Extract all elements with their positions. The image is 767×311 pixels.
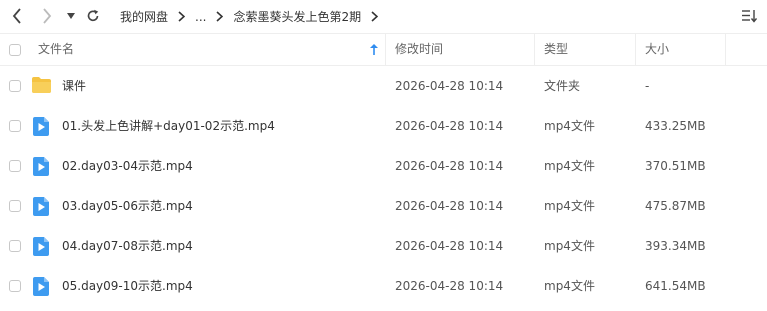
row-checkbox[interactable] [9,120,21,132]
table-row[interactable]: 03.day05-06示范.mp4 2026-04-28 10:14 mp4文件… [0,186,767,226]
file-modified: 2026-04-28 10:14 [395,239,504,253]
file-size: 641.54MB [645,279,706,293]
column-header-size[interactable]: 大小 [645,34,669,65]
sort-menu-button[interactable] [739,7,759,25]
file-name[interactable]: 02.day03-04示范.mp4 [62,146,193,186]
breadcrumb-root[interactable]: 我的网盘 [120,8,168,25]
history-dropdown-button[interactable] [64,7,78,25]
video-file-icon [33,117,49,139]
row-checkbox[interactable] [9,240,21,252]
breadcrumb-current[interactable]: 念萦墨葵头发上色第2期 [233,8,361,25]
chevron-left-icon [12,8,21,24]
video-file-icon [33,277,49,299]
folder-icon [31,76,52,97]
table-row[interactable]: 01.头发上色讲解+day01-02示范.mp4 2026-04-28 10:1… [0,106,767,146]
refresh-icon [87,9,99,22]
column-divider[interactable] [534,34,535,65]
file-type: mp4文件 [544,239,595,253]
file-modified: 2026-04-28 10:14 [395,159,504,173]
file-type: 文件夹 [544,79,581,93]
select-all-checkbox[interactable] [9,44,21,56]
toolbar: 我的网盘 ... 念萦墨葵头发上色第2期 [0,0,767,33]
file-name[interactable]: 04.day07-08示范.mp4 [62,226,193,266]
file-list-header: 文件名 修改时间 类型 大小 [0,33,767,66]
file-modified: 2026-04-28 10:14 [395,199,504,213]
file-modified: 2026-04-28 10:14 [395,79,504,93]
file-type: mp4文件 [544,119,595,133]
column-divider[interactable] [635,34,636,65]
column-header-modified[interactable]: 修改时间 [395,34,443,65]
sort-icon [742,10,757,23]
video-file-icon [33,197,49,219]
row-checkbox[interactable] [9,160,21,172]
file-type: mp4文件 [544,159,595,173]
file-name[interactable]: 课件 [62,66,86,106]
chevron-right-icon [43,8,52,24]
sort-ascending-icon[interactable] [370,44,378,58]
video-file-icon [33,237,49,259]
table-row[interactable]: 04.day07-08示范.mp4 2026-04-28 10:14 mp4文件… [0,226,767,266]
breadcrumb-separator-icon [216,11,224,22]
back-button[interactable] [8,7,26,25]
table-row[interactable]: 课件 2026-04-28 10:14 文件夹 - [0,66,767,106]
file-size: 393.34MB [645,239,706,253]
file-size: 370.51MB [645,159,706,173]
file-modified: 2026-04-28 10:14 [395,279,504,293]
row-checkbox[interactable] [9,80,21,92]
file-type: mp4文件 [544,279,595,293]
row-checkbox[interactable] [9,200,21,212]
table-row[interactable]: 05.day09-10示范.mp4 2026-04-28 10:14 mp4文件… [0,266,767,306]
file-size: - [645,79,650,93]
table-row[interactable]: 02.day03-04示范.mp4 2026-04-28 10:14 mp4文件… [0,146,767,186]
breadcrumb-ellipsis[interactable]: ... [195,10,206,24]
caret-down-icon [67,13,75,19]
file-type: mp4文件 [544,199,595,213]
breadcrumb-separator-icon [371,11,379,22]
video-file-icon [33,157,49,179]
forward-button[interactable] [38,7,56,25]
file-size: 433.25MB [645,119,706,133]
breadcrumb-separator-icon [178,11,186,22]
breadcrumb: 我的网盘 ... 念萦墨葵头发上色第2期 [120,0,388,33]
file-size: 475.87MB [645,199,706,213]
column-header-type[interactable]: 类型 [544,34,568,65]
file-name[interactable]: 05.day09-10示范.mp4 [62,266,193,306]
file-modified: 2026-04-28 10:14 [395,119,504,133]
refresh-button[interactable] [84,7,102,25]
column-header-name[interactable]: 文件名 [38,34,74,65]
file-name[interactable]: 01.头发上色讲解+day01-02示范.mp4 [62,106,275,146]
file-name[interactable]: 03.day05-06示范.mp4 [62,186,193,226]
column-divider[interactable] [725,34,726,65]
row-checkbox[interactable] [9,280,21,292]
column-divider[interactable] [385,34,386,65]
